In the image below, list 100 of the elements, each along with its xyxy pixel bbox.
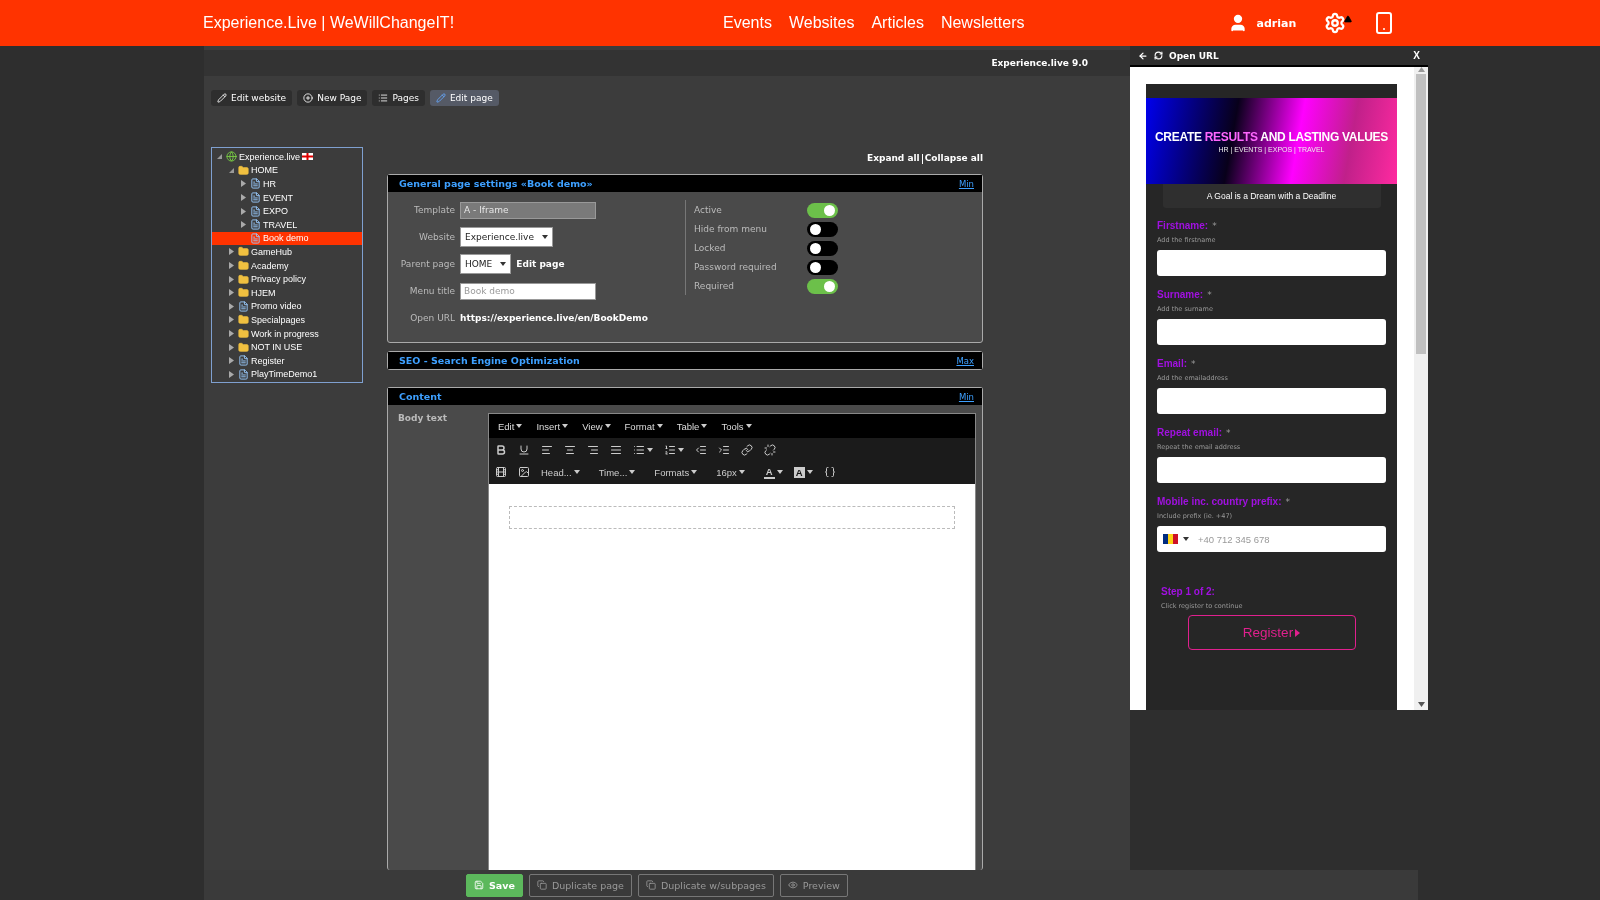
outdent-button[interactable]: [693, 444, 709, 456]
collapsed-arrow-icon[interactable]: [241, 194, 246, 202]
link-button[interactable]: [739, 444, 755, 456]
text-field[interactable]: [1157, 250, 1386, 276]
tree-item[interactable]: Work in progress: [212, 326, 362, 341]
select-field[interactable]: Experience.live: [460, 227, 553, 247]
folder-icon: [238, 341, 249, 353]
back-icon[interactable]: [1138, 50, 1148, 61]
collapsed-arrow-icon[interactable]: [229, 275, 234, 283]
tree-item[interactable]: EVENT: [212, 190, 362, 205]
user-name[interactable]: adrian: [1256, 16, 1297, 30]
caret-icon: [691, 470, 698, 474]
collapse-all-link[interactable]: Collapse all: [924, 153, 983, 174]
scroll-down-icon[interactable]: [1417, 702, 1425, 707]
edit-page-link[interactable]: Edit page: [516, 259, 565, 269]
tree-item[interactable]: Promo video: [212, 299, 362, 314]
toolbar-button[interactable]: Edit page: [429, 90, 499, 106]
tree-item[interactable]: NOT IN USE: [212, 340, 362, 354]
toggle-switch[interactable]: [807, 278, 838, 294]
collapsed-arrow-icon[interactable]: [229, 370, 234, 378]
toggle-switch[interactable]: [807, 202, 838, 218]
toolbar-button[interactable]: Pages: [372, 90, 425, 106]
flag-icon[interactable]: [1163, 534, 1178, 544]
toolbar-dropdown[interactable]: 16px: [714, 466, 747, 478]
align-center-button[interactable]: [562, 444, 578, 456]
toggle-switch[interactable]: [807, 221, 838, 237]
form-label: Surname:: [1157, 289, 1204, 300]
editor-menu[interactable]: Format: [624, 420, 663, 432]
tree-item[interactable]: Privacy policy: [212, 272, 362, 286]
tree-item[interactable]: Specialpages: [212, 313, 362, 327]
indent-button[interactable]: [716, 444, 732, 456]
menu-title-field[interactable]: Book demo: [460, 282, 596, 300]
collapsed-arrow-icon[interactable]: [229, 357, 234, 365]
folder-icon: [238, 164, 249, 176]
align-justify-button[interactable]: [608, 444, 624, 456]
nav-link[interactable]: Events: [723, 14, 772, 32]
scrollbar[interactable]: [1414, 67, 1428, 710]
unlink-button[interactable]: [762, 444, 778, 456]
editor-menu[interactable]: Insert: [536, 420, 569, 432]
collapsed-arrow-icon[interactable]: [241, 221, 246, 229]
editor-menu[interactable]: Table: [676, 420, 708, 432]
tree-item[interactable]: HJEM: [212, 285, 362, 300]
collapsed-arrow-icon[interactable]: [229, 343, 234, 351]
toolbar-dropdown[interactable]: Formats: [652, 466, 700, 478]
expanded-arrow-icon[interactable]: [217, 154, 222, 160]
tree-item[interactable]: Experience.live: [212, 150, 362, 164]
editor-menu[interactable]: Tools: [721, 420, 752, 432]
minimize-link[interactable]: Min: [958, 391, 974, 402]
collapsed-arrow-icon[interactable]: [241, 180, 246, 188]
text-field[interactable]: [1157, 457, 1386, 483]
tree-item[interactable]: HR: [212, 177, 362, 191]
toolbar-button[interactable]: Edit website: [211, 90, 293, 106]
nav-link[interactable]: Newsletters: [940, 14, 1025, 32]
tree-item[interactable]: PlayTimeDemo1: [212, 367, 362, 382]
nav-link[interactable]: Articles: [871, 14, 924, 32]
toggle-switch[interactable]: [807, 259, 838, 275]
film-button[interactable]: [493, 466, 509, 478]
tree-item[interactable]: Register: [212, 353, 362, 368]
expanded-arrow-icon[interactable]: [229, 167, 234, 173]
bullet-list-button[interactable]: [631, 444, 655, 456]
action-button[interactable]: Preview: [779, 873, 848, 897]
collapsed-arrow-icon[interactable]: [241, 207, 246, 215]
tree-item[interactable]: HOME: [212, 163, 362, 178]
settings-icon[interactable]: [1324, 12, 1347, 34]
collapsed-arrow-icon[interactable]: [229, 289, 234, 297]
toolbar-dropdown[interactable]: Time...: [596, 466, 638, 478]
action-button[interactable]: Duplicate w/subpages: [637, 873, 774, 897]
editor-menu[interactable]: Edit: [498, 420, 523, 432]
collapsed-arrow-icon[interactable]: [229, 248, 234, 256]
action-button[interactable]: Duplicate page: [528, 873, 632, 897]
collapsed-arrow-icon[interactable]: [229, 330, 234, 337]
tree-item[interactable]: TRAVEL: [212, 217, 362, 232]
toggle-switch[interactable]: [807, 240, 838, 256]
text-color-button[interactable]: A: [761, 465, 785, 479]
refresh-icon[interactable]: [1154, 51, 1163, 60]
nav-link[interactable]: Websites: [788, 14, 855, 32]
close-button[interactable]: X: [1413, 50, 1420, 61]
toolbar-dropdown[interactable]: Head...: [539, 466, 582, 478]
brand-title[interactable]: Experience.Live | WeWillChangeIT!: [203, 14, 723, 32]
toolbar-button[interactable]: New Page: [297, 90, 368, 106]
minimize-link[interactable]: Min: [958, 178, 974, 189]
tree-item[interactable]: Book demo: [212, 231, 362, 246]
image-button[interactable]: [516, 466, 532, 478]
editor-menu[interactable]: View: [582, 420, 611, 432]
maximize-link[interactable]: Max: [956, 355, 974, 366]
numbered-list-button[interactable]: [662, 444, 686, 456]
collapsed-arrow-icon[interactable]: [229, 316, 234, 324]
collapsed-arrow-icon[interactable]: [229, 262, 234, 270]
select-field[interactable]: HOME: [460, 254, 512, 274]
collapsed-arrow-icon[interactable]: [229, 302, 234, 310]
align-left-button[interactable]: [539, 444, 555, 456]
expand-all-link[interactable]: Expand all: [867, 153, 920, 174]
text-field[interactable]: [1157, 388, 1386, 414]
tree-item[interactable]: Academy: [212, 258, 362, 273]
caret-icon: [629, 470, 636, 474]
tree-item[interactable]: EXPO: [212, 204, 362, 218]
tree-item[interactable]: GameHub: [212, 245, 362, 259]
warning-icon: [1344, 15, 1353, 23]
text-field[interactable]: [1157, 319, 1386, 345]
align-right-button[interactable]: [585, 444, 601, 456]
